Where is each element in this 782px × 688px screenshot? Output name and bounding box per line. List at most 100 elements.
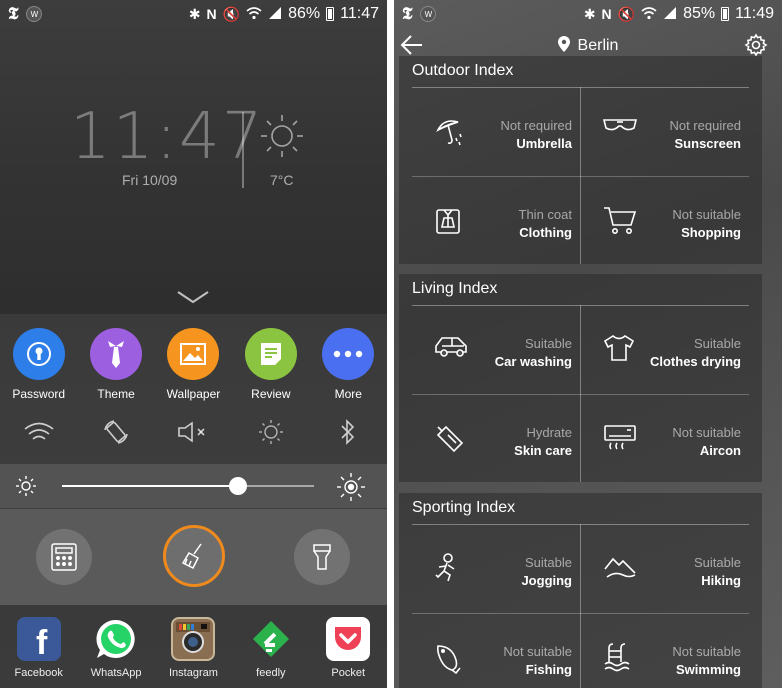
brightness-auto-toggle[interactable] <box>251 416 291 448</box>
index-item-swimming[interactable]: Not suitable Swimming <box>581 614 749 688</box>
index-state: Suitable <box>694 336 741 351</box>
index-state: Not required <box>669 118 741 133</box>
dots-icon <box>334 350 363 358</box>
aircon-icon <box>603 423 637 456</box>
quick-app-review[interactable]: Review <box>236 328 306 401</box>
mountain-icon <box>603 553 637 586</box>
nyt-notification-icon: 𝕿 <box>8 4 19 24</box>
section-title: Sporting Index <box>412 499 516 516</box>
dock-app-pocket[interactable]: Pocket <box>314 617 382 688</box>
index-state: Suitable <box>525 555 572 570</box>
dock-app-instagram[interactable]: Instagram <box>159 617 227 688</box>
section-title: Outdoor Index <box>412 62 514 79</box>
quick-app-label: Password <box>12 387 66 401</box>
signal-icon <box>663 6 677 23</box>
city-name: Berlin <box>577 37 619 54</box>
index-item-clothing[interactable]: Thin coat Clothing <box>412 177 580 265</box>
runner-icon <box>434 553 460 588</box>
quick-app-theme[interactable]: Theme <box>81 328 151 401</box>
fish-icon <box>434 642 464 679</box>
index-item-car-washing[interactable]: Suitable Car washing <box>412 306 580 394</box>
whatsapp-icon <box>94 617 138 661</box>
dock-label: feedly <box>256 667 286 679</box>
right-screen: 𝕿 W ✱ N 🔇 85% 11:49 Berlin Outdoor Index… <box>394 0 782 688</box>
battery-icon <box>326 7 335 21</box>
rotation-icon <box>104 420 128 444</box>
keyhole-icon <box>26 342 51 366</box>
dock-app-whatsapp[interactable]: WhatsApp <box>82 617 150 688</box>
index-item-clothes-drying[interactable]: Suitable Clothes drying <box>581 306 749 394</box>
index-name: Skin care <box>514 443 572 458</box>
bluetooth-toggle[interactable] <box>328 416 368 448</box>
bluetooth-icon: ✱ <box>188 5 201 22</box>
wifi-icon <box>641 6 657 23</box>
index-name: Umbrella <box>516 136 572 151</box>
pocket-icon <box>326 617 371 661</box>
dock-app-feedly[interactable]: feedly <box>237 617 305 688</box>
w-notification-icon: W <box>26 6 43 22</box>
index-item-fishing[interactable]: Not suitable Fishing <box>412 614 580 688</box>
signal-icon <box>268 6 282 23</box>
bluetooth-toggle-icon <box>341 419 355 445</box>
dock-app-facebook[interactable]: f Facebook <box>5 617 73 688</box>
dock-label: Instagram <box>169 667 218 679</box>
quick-app-wallpaper[interactable]: Wallpaper <box>158 328 228 401</box>
quick-toggles-row <box>0 416 387 448</box>
mute-icon: 🔇 <box>617 5 636 22</box>
location-title[interactable]: Berlin <box>394 36 782 55</box>
location-pin-icon <box>557 36 570 52</box>
quick-app-password[interactable]: Password <box>4 328 74 401</box>
nfc-icon: N <box>206 6 217 22</box>
lock-clock-date: Fri 10/09 <box>122 172 178 188</box>
swimming-icon <box>603 642 633 677</box>
chevron-down-icon[interactable] <box>176 290 210 309</box>
more-circle <box>322 328 375 380</box>
brightness-slider[interactable] <box>62 477 314 495</box>
facebook-icon: f <box>16 617 61 662</box>
sunglasses-icon <box>602 116 638 141</box>
brightness-slider-thumb[interactable] <box>229 477 248 495</box>
index-state: Not suitable <box>672 425 741 440</box>
flashlight-icon <box>313 544 331 570</box>
index-state: Hydrate <box>526 425 572 440</box>
index-name: Sunscreen <box>674 136 741 151</box>
nyt-notification-icon: 𝕿 <box>402 4 413 24</box>
brightness-row <box>0 464 387 508</box>
wifi-toggle[interactable] <box>19 416 59 448</box>
clean-button[interactable] <box>163 525 225 587</box>
password-circle <box>12 328 65 380</box>
left-screen: 𝕿 W ✱ N 🔇 86% 11:47 11:47 Fri 10/09 7°C … <box>0 0 387 688</box>
index-item-jogging[interactable]: Suitable Jogging <box>412 525 580 613</box>
lock-clock-time: 11:47 <box>70 100 265 174</box>
calculator-button[interactable] <box>36 529 92 585</box>
index-name: Jogging <box>521 573 572 588</box>
clock-divider <box>242 112 244 188</box>
quick-apps-row: Password Theme Wallpaper Review More <box>0 328 387 401</box>
status-bar: 𝕿 W ✱ N 🔇 85% 11:49 <box>394 0 782 28</box>
sporting-index-section: Sporting Index Suitable Jogging Suitable… <box>399 493 762 688</box>
index-item-hiking[interactable]: Suitable Hiking <box>581 525 749 613</box>
wallpaper-circle <box>167 328 220 380</box>
shirt-icon <box>603 334 635 367</box>
index-state: Not suitable <box>503 644 572 659</box>
sound-toggle[interactable] <box>173 416 213 448</box>
quick-app-label: Review <box>251 387 291 401</box>
living-index-section: Living Index Suitable Car washing Suitab… <box>399 274 762 482</box>
bluetooth-icon: ✱ <box>583 5 596 22</box>
index-item-skin-care[interactable]: Hydrate Skin care <box>412 395 580 483</box>
index-name: Hiking <box>701 573 741 588</box>
index-item-shopping[interactable]: Not suitable Shopping <box>581 177 749 265</box>
dock-label: Pocket <box>331 667 366 679</box>
index-item-sunscreen[interactable]: Not required Sunscreen <box>581 88 749 176</box>
cart-icon <box>603 205 637 240</box>
flashlight-button[interactable] <box>294 529 350 585</box>
quick-app-more[interactable]: More <box>313 328 383 401</box>
status-time: 11:49 <box>735 5 774 22</box>
index-item-umbrella[interactable]: Not required Umbrella <box>412 88 580 176</box>
index-item-aircon[interactable]: Not suitable Aircon <box>581 395 749 483</box>
index-name: Clothing <box>519 225 572 240</box>
battery-percent: 86% <box>288 5 321 22</box>
app-dock: f Facebook WhatsApp Instagram feedly Poc… <box>0 605 387 688</box>
rotation-toggle[interactable] <box>96 416 136 448</box>
quick-app-label: More <box>334 387 362 401</box>
